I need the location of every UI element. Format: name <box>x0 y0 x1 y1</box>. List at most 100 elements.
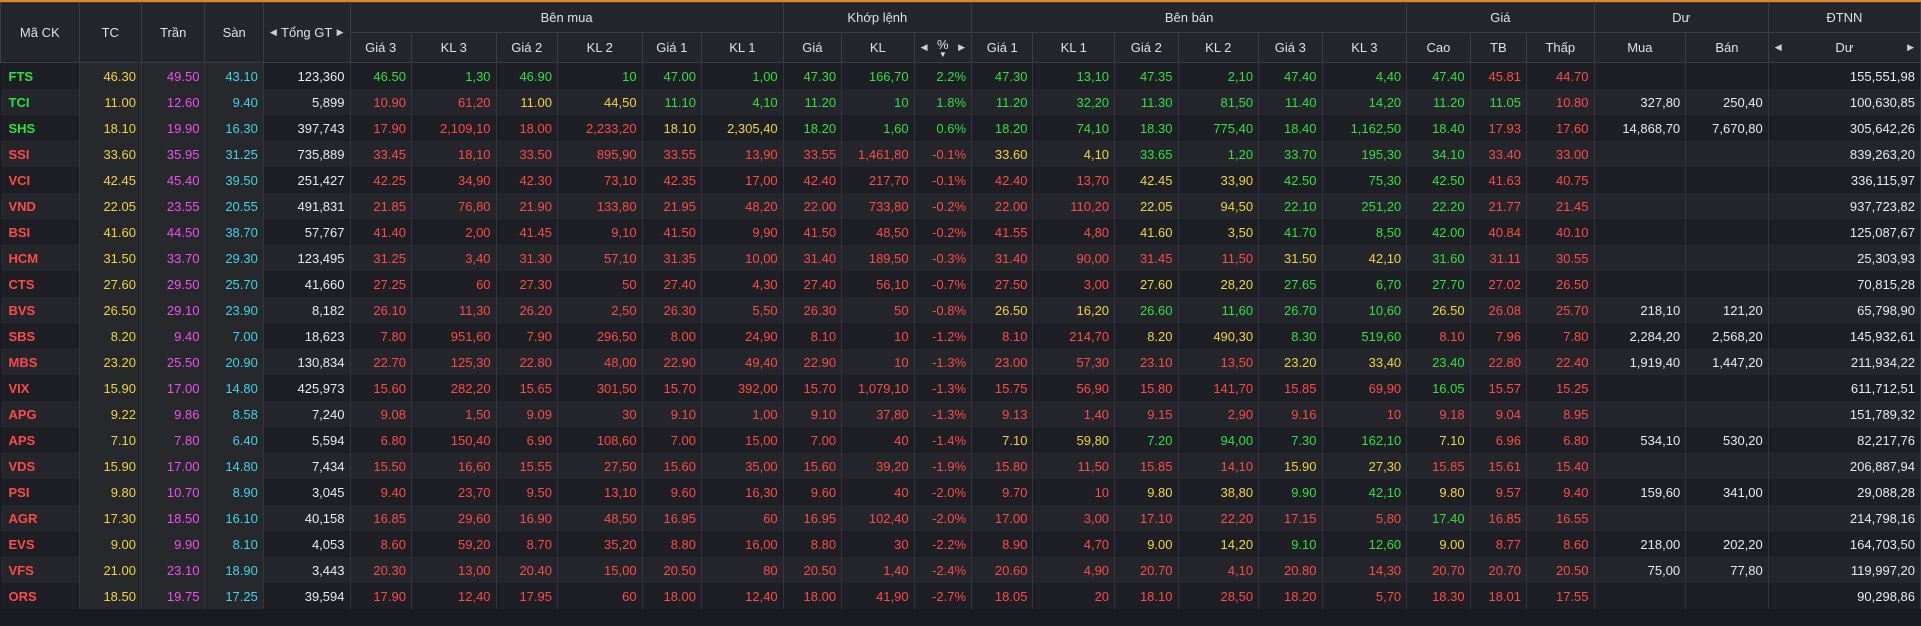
table-row[interactable]: SBS 8.20 9.40 7.00 18,623 7.80 951,60 7.90 296,5… <box>0 323 1921 349</box>
header-sell-vol3[interactable]: KL 3 <box>1321 32 1408 63</box>
match-vol-cell: 10 <box>841 349 915 375</box>
sell-price3-cell: 9.10 <box>1258 531 1323 557</box>
match-price-cell: 22.00 <box>783 193 843 219</box>
buy-vol1-cell: 16,30 <box>701 479 784 505</box>
header-ceil[interactable]: Trần <box>140 2 206 63</box>
table-row[interactable]: ORS 18.50 19.75 17.25 39,594 17.90 12,40 17.95 6… <box>0 583 1921 609</box>
header-match-vol[interactable]: KL <box>841 32 915 63</box>
header-ref[interactable]: TC <box>78 2 143 63</box>
remain-sell-cell: 202,20 <box>1685 531 1769 557</box>
low-price-cell: 8.95 <box>1526 401 1595 427</box>
header-remain-sell[interactable]: Bán <box>1685 32 1769 63</box>
sell-price2-cell: 18.30 <box>1114 115 1179 141</box>
sell-vol2-cell: 81,50 <box>1178 89 1260 115</box>
header-buy-price2[interactable]: Giá 2 <box>495 32 558 63</box>
sell-vol3-cell: 519,60 <box>1322 323 1408 349</box>
header-buy-price3[interactable]: Giá 3 <box>349 32 412 63</box>
match-price-cell: 31.40 <box>783 245 843 271</box>
header-buy-vol1[interactable]: KL 1 <box>701 32 784 63</box>
table-row[interactable]: FTS 46.30 49.50 43.10 123,360 46.50 1,30 46.90 1… <box>0 62 1921 89</box>
match-price-cell: 7.00 <box>783 427 843 453</box>
header-floor[interactable]: Sàn <box>204 2 264 63</box>
header-total-value[interactable]: ◀ Tổng GT ▶ <box>262 2 351 63</box>
sell-price1-cell: 47.30 <box>971 62 1034 89</box>
buy-vol1-cell: 9,90 <box>701 219 784 245</box>
table-row[interactable]: MBS 23.20 25.50 20.90 130,834 22.70 125,30 22.8… <box>0 349 1921 375</box>
header-buy-price1[interactable]: Giá 1 <box>641 32 703 63</box>
caret-left-icon[interactable]: ◀ <box>270 27 277 38</box>
ceil-price-cell: 19.75 <box>141 583 206 609</box>
foreign-remain-cell: 206,887,94 <box>1768 453 1921 479</box>
sort-down-icon[interactable]: ▼ <box>937 51 949 59</box>
sell-vol3-cell: 75,30 <box>1322 167 1408 193</box>
foreign-remain-cell: 119,997,20 <box>1768 557 1921 583</box>
match-vol-cell: 733,80 <box>841 193 915 219</box>
header-sell-vol1[interactable]: KL 1 <box>1032 32 1116 63</box>
header-sell-price2[interactable]: Giá 2 <box>1114 32 1179 63</box>
header-sell-price3[interactable]: Giá 3 <box>1258 32 1323 63</box>
table-row[interactable]: TCI 11.00 12.60 9.40 5,899 10.90 61,20 11.00 44,… <box>0 89 1921 115</box>
table-row[interactable]: APG 9.22 9.86 8.58 7,240 9.08 1,50 9.09 30 9.10 1,… <box>0 401 1921 427</box>
match-vol-cell: 189,50 <box>841 245 915 271</box>
low-price-cell: 22.40 <box>1526 349 1595 375</box>
buy-price1-cell: 7.00 <box>642 427 703 453</box>
remain-buy-cell <box>1594 453 1687 479</box>
buy-price2-cell: 46.90 <box>496 62 558 89</box>
table-row[interactable]: SSI 33.60 35.95 31.25 735,889 33.45 18,10 33.50… <box>0 141 1921 167</box>
header-match-percent[interactable]: ◀ % ▼ ▶ <box>913 32 973 63</box>
table-row[interactable]: SHS 18.10 19.90 16.30 397,743 17.90 2,109,10 18… <box>0 115 1921 141</box>
table-row[interactable]: VDS 15.90 17.00 14.80 7,434 15.50 16,60 15.55 27… <box>0 453 1921 479</box>
table-row[interactable]: VCI 42.45 45.40 39.50 251,427 42.25 34,90 42.30… <box>0 167 1921 193</box>
header-avg[interactable]: TB <box>1469 32 1528 63</box>
ref-price-cell: 8.20 <box>79 323 143 349</box>
header-match-price[interactable]: Giá <box>782 32 843 63</box>
header-foreign-remain[interactable]: ◀ Dư ▶ <box>1767 32 1921 63</box>
sell-vol2-cell: 3,50 <box>1178 219 1260 245</box>
caret-left-icon[interactable]: ◀ <box>921 42 928 53</box>
header-symbol[interactable]: Mã CK <box>0 2 80 63</box>
sell-vol3-cell: 162,10 <box>1322 427 1408 453</box>
header-sell-price1[interactable]: Giá 1 <box>971 32 1034 63</box>
caret-right-icon[interactable]: ▶ <box>958 42 965 53</box>
buy-vol1-cell: 1,00 <box>701 62 784 89</box>
match-percent-cell: -1.3% <box>914 349 973 375</box>
caret-right-icon[interactable]: ▶ <box>1907 42 1914 53</box>
table-row[interactable]: PSI 9.80 10.70 8.90 3,045 9.40 23,70 9.50 13,10 9… <box>0 479 1921 505</box>
remain-sell-cell <box>1685 271 1769 297</box>
header-high[interactable]: Cao <box>1406 32 1471 63</box>
header-remain-buy[interactable]: Mua <box>1593 32 1687 63</box>
header-buy-vol3[interactable]: KL 3 <box>410 32 497 63</box>
total-value-cell: 397,743 <box>263 115 351 141</box>
buy-price1-cell: 31.35 <box>642 245 703 271</box>
header-buy-vol2[interactable]: KL 2 <box>556 32 643 63</box>
total-value-cell: 40,158 <box>263 505 351 531</box>
floor-price-cell: 14.80 <box>204 453 264 479</box>
buy-vol2-cell: 50 <box>557 271 643 297</box>
buy-vol3-cell: 34,90 <box>411 167 497 193</box>
buy-vol3-cell: 3,40 <box>411 245 497 271</box>
sell-price3-cell: 9.16 <box>1258 401 1323 427</box>
table-row[interactable]: APS 7.10 7.80 6.40 5,594 6.80 150,40 6.90 108,60… <box>0 427 1921 453</box>
table-row[interactable]: BVS 26.50 29.10 23.90 8,182 26.10 11,30 26.20 2,… <box>0 297 1921 323</box>
header-sell-vol2[interactable]: KL 2 <box>1177 32 1260 63</box>
table-row[interactable]: HCM 31.50 33.70 29.30 123,495 31.25 3,40 31.30 5… <box>0 245 1921 271</box>
low-price-cell: 21.45 <box>1526 193 1595 219</box>
sell-vol2-cell: 141,70 <box>1178 375 1260 401</box>
table-row[interactable]: VFS 21.00 23.10 18.90 3,443 20.30 13,00 20.40 15… <box>0 557 1921 583</box>
table-row[interactable]: EVS 9.00 9.90 8.10 4,053 8.60 59,20 8.70 35,20 8.… <box>0 531 1921 557</box>
foreign-remain-cell: 336,115,97 <box>1768 167 1921 193</box>
caret-left-icon[interactable]: ◀ <box>1775 42 1782 53</box>
header-foreign-remain-label: Dư <box>1835 40 1854 55</box>
caret-right-icon[interactable]: ▶ <box>337 27 344 38</box>
match-vol-cell: 1,079,10 <box>841 375 915 401</box>
table-row[interactable]: CTS 27.60 29.50 25.70 41,660 27.25 60 27.30 50 27… <box>0 271 1921 297</box>
table-row[interactable]: AGR 17.30 18.50 16.10 40,158 16.85 29,60 16.90 4… <box>0 505 1921 531</box>
table-row[interactable]: VIX 15.90 17.00 14.80 425,973 15.60 282,20 15.6… <box>0 375 1921 401</box>
ceil-price-cell: 29.10 <box>141 297 206 323</box>
buy-price1-cell: 22.90 <box>642 349 703 375</box>
header-low[interactable]: Thấp <box>1526 32 1595 63</box>
remain-buy-cell: 159,60 <box>1594 479 1687 505</box>
table-row[interactable]: BSI 41.60 44.50 38.70 57,767 41.40 2,00 41.45 9,… <box>0 219 1921 245</box>
buy-price1-cell: 16.95 <box>642 505 703 531</box>
table-row[interactable]: VND 22.05 23.55 20.55 491,831 21.85 76,80 21.90… <box>0 193 1921 219</box>
